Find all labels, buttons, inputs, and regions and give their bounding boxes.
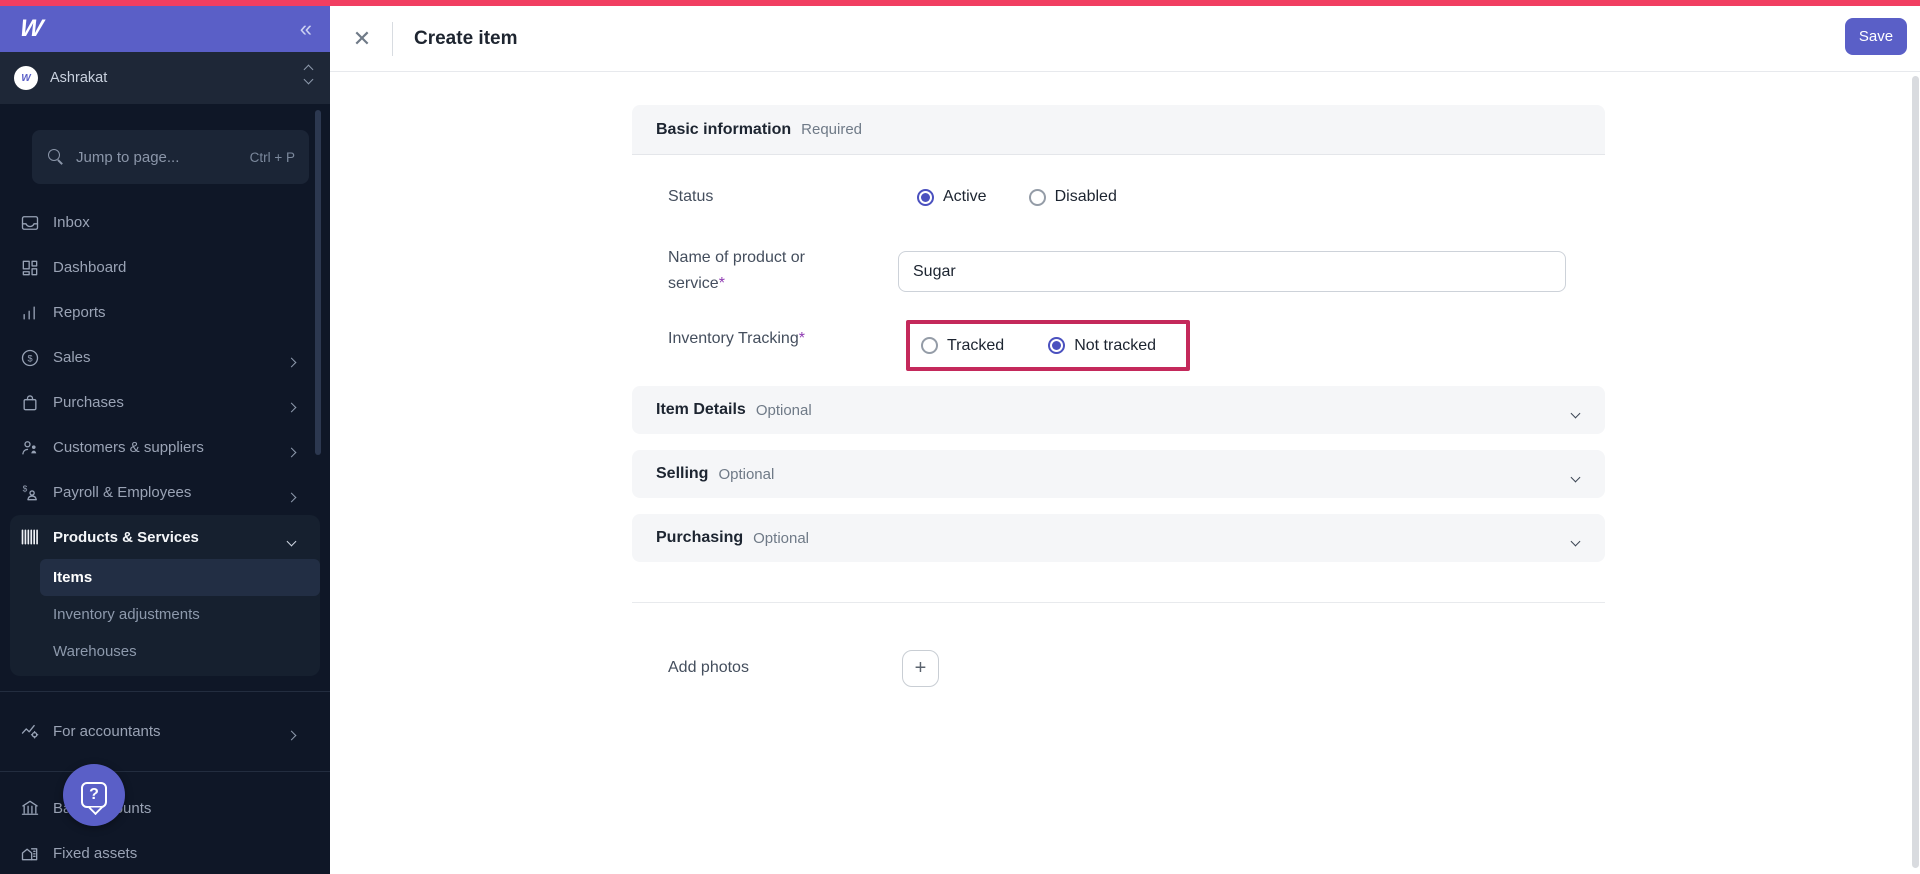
products-services-group: Products & Services Items Inventory adju… (10, 515, 320, 676)
collapse-sidebar-icon[interactable]: « (300, 14, 312, 44)
sidebar-nav: Inbox Dashboard Reports $ Sales (0, 200, 330, 515)
sidebar-divider (0, 691, 330, 692)
section-item-details[interactable]: Item Details Optional (632, 386, 1605, 434)
chevron-updown-icon (305, 66, 312, 83)
sidebar-item-fixed-assets[interactable]: Fixed assets (0, 831, 330, 874)
chevron-right-icon (288, 398, 295, 416)
search-icon (48, 149, 64, 165)
business-switcher[interactable]: W Ashrakat (0, 52, 330, 104)
wave-logo-icon[interactable]: W (18, 15, 44, 43)
sidebar-subitem-items[interactable]: Items (40, 559, 320, 596)
content-divider (632, 602, 1605, 603)
save-button[interactable]: Save (1845, 18, 1907, 55)
status-radio-group: Active Disabled (917, 188, 1117, 206)
chevron-right-icon (288, 726, 295, 744)
barcode-icon (19, 526, 41, 548)
radio-unselected-icon (1029, 189, 1046, 206)
sidebar-item-for-accountants[interactable]: For accountants (0, 709, 330, 753)
sidebar-item-payroll-employees[interactable]: $ Payroll & Employees (0, 470, 330, 515)
name-input[interactable] (898, 251, 1566, 292)
sales-icon: $ (19, 347, 41, 369)
accountants-icon (19, 720, 41, 742)
reports-icon (19, 302, 41, 324)
chevron-right-icon (288, 488, 295, 506)
section-basic-information: Basic information Required (632, 105, 1605, 155)
sidebar-item-reports[interactable]: Reports (0, 290, 330, 335)
radio-disabled[interactable]: Disabled (1029, 188, 1117, 206)
sidebar-header: W « (0, 6, 330, 52)
sidebar: W « W Ashrakat Jump to page... Ctrl + P … (0, 0, 330, 874)
radio-active[interactable]: Active (917, 188, 987, 206)
page-title: Create item (414, 28, 518, 50)
dashboard-icon (19, 257, 41, 279)
close-icon[interactable]: ✕ (350, 27, 374, 51)
section-badge: Required (801, 121, 862, 138)
radio-tracked[interactable]: Tracked (921, 337, 1004, 355)
add-photos-label: Add photos (668, 655, 749, 681)
sidebar-item-customers-suppliers[interactable]: Customers & suppliers (0, 425, 330, 470)
add-photo-button[interactable]: + (902, 650, 939, 687)
main-panel: ✕ Create item Save Basic information Req… (330, 6, 1920, 874)
section-title: Basic information (656, 121, 791, 139)
sidebar-item-sales[interactable]: $ Sales (0, 335, 330, 380)
top-accent-bar (0, 0, 1920, 6)
required-asterisk: * (719, 275, 725, 292)
sidebar-item-products-services[interactable]: Products & Services (10, 515, 320, 559)
sidebar-item-bank-accounts[interactable]: Bank accounts (0, 786, 330, 830)
page-header: ✕ Create item Save (330, 6, 1920, 72)
app-window: W « W Ashrakat Jump to page... Ctrl + P … (0, 0, 1920, 874)
status-label: Status (668, 184, 713, 210)
required-asterisk: * (799, 330, 805, 347)
avatar: W (14, 66, 38, 90)
purchases-icon (19, 392, 41, 414)
chevron-down-icon (1572, 532, 1579, 550)
svg-text:$: $ (23, 483, 28, 493)
customers-icon (19, 437, 41, 459)
sidebar-item-dashboard[interactable]: Dashboard (0, 245, 330, 290)
radio-selected-icon (1048, 337, 1065, 354)
help-button[interactable]: ? (63, 764, 125, 826)
inventory-tracking-highlight-box: Tracked Not tracked (906, 320, 1190, 371)
radio-unselected-icon (921, 337, 938, 354)
sidebar-divider (0, 771, 330, 772)
business-name: Ashrakat (50, 70, 107, 86)
sidebar-subitem-inventory-adjustments[interactable]: Inventory adjustments (10, 596, 320, 633)
chevron-down-icon (1572, 404, 1579, 422)
inbox-icon (19, 212, 41, 234)
radio-selected-icon (917, 189, 934, 206)
search-shortcut: Ctrl + P (250, 150, 295, 165)
header-divider (392, 22, 393, 56)
help-icon: ? (81, 782, 107, 808)
jump-to-page-search[interactable]: Jump to page... Ctrl + P (32, 130, 309, 184)
section-selling[interactable]: Selling Optional (632, 450, 1605, 498)
chevron-right-icon (288, 443, 295, 461)
chevron-right-icon (288, 353, 295, 371)
section-purchasing[interactable]: Purchasing Optional (632, 514, 1605, 562)
main-scrollbar[interactable] (1912, 76, 1919, 868)
sidebar-item-inbox[interactable]: Inbox (0, 200, 330, 245)
chevron-down-icon (288, 532, 295, 550)
payroll-icon: $ (19, 482, 41, 504)
name-label: Name of product or service* (668, 245, 828, 297)
radio-not-tracked[interactable]: Not tracked (1048, 337, 1156, 355)
chevron-down-icon (1572, 468, 1579, 486)
search-placeholder: Jump to page... (76, 149, 179, 166)
sidebar-subitem-warehouses[interactable]: Warehouses (10, 633, 320, 670)
svg-text:$: $ (27, 353, 32, 363)
bank-icon (19, 797, 41, 819)
inventory-tracking-label: Inventory Tracking* (668, 326, 805, 352)
sidebar-item-purchases[interactable]: Purchases (0, 380, 330, 425)
fixed-assets-icon (19, 842, 41, 864)
